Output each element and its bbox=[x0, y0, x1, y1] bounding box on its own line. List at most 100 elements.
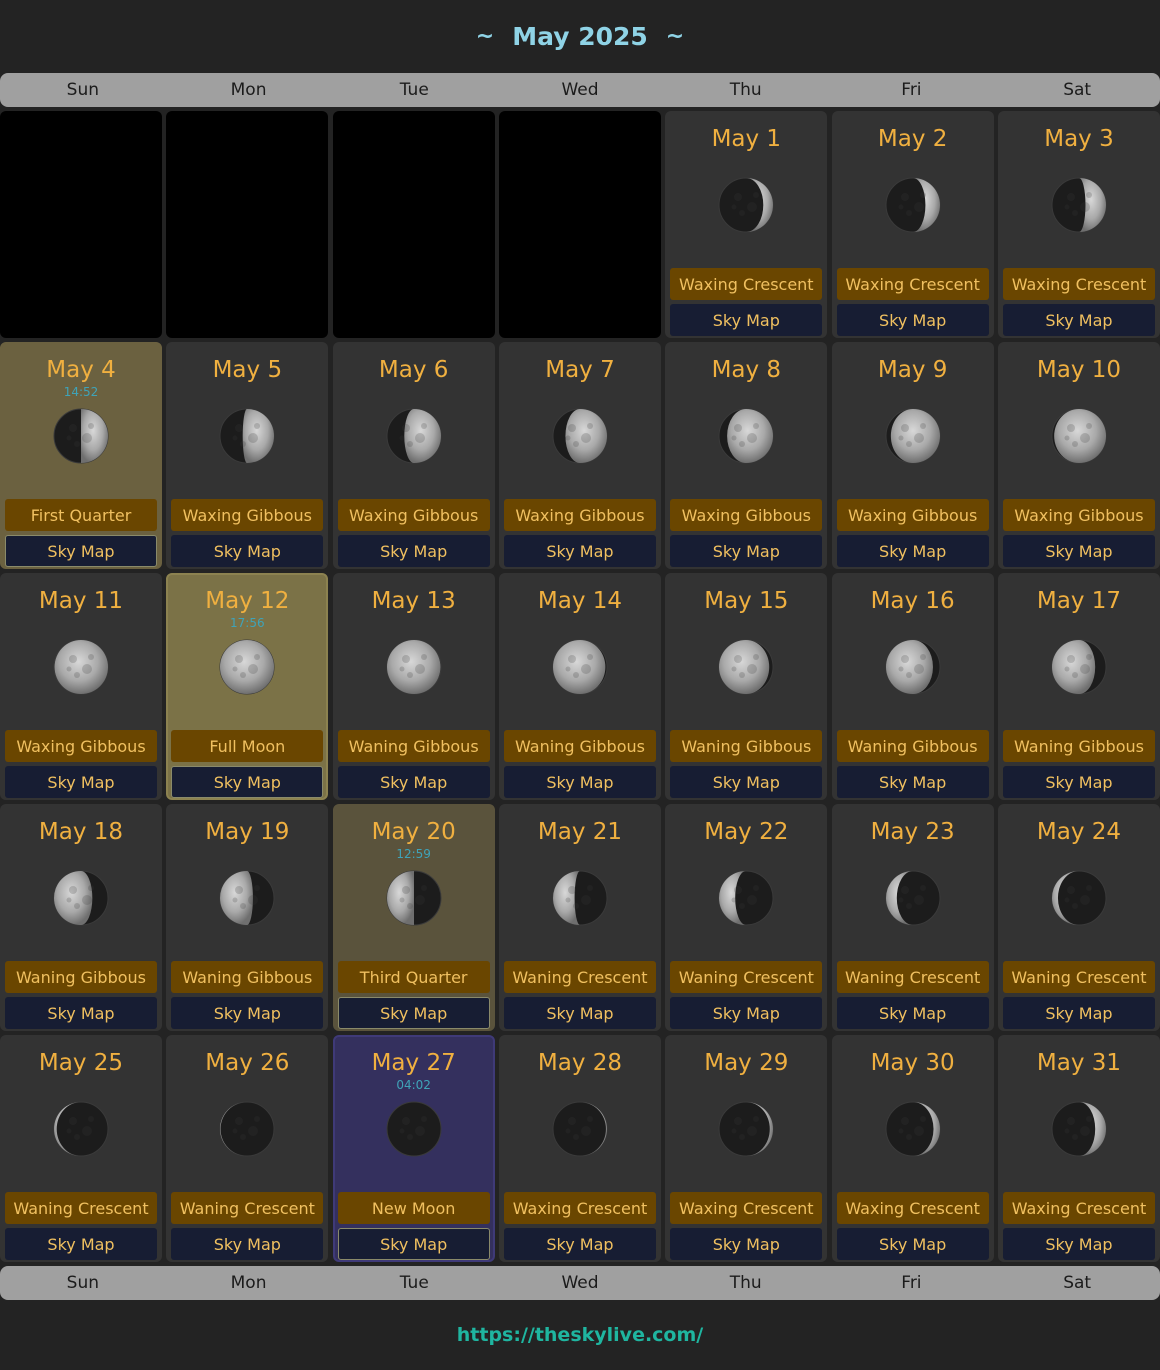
weekday-label: Mon bbox=[230, 80, 267, 100]
sky-map-button[interactable]: Sky Map bbox=[670, 997, 823, 1029]
weekday-label: Sun bbox=[66, 1273, 100, 1293]
weekday-label: Fri bbox=[901, 1273, 922, 1293]
moon-phase-icon bbox=[718, 177, 774, 233]
sky-map-button[interactable]: Sky Map bbox=[836, 535, 989, 567]
empty-day-cell bbox=[166, 111, 329, 338]
moon-phase-icon bbox=[885, 870, 941, 926]
next-month-link[interactable]: ~ bbox=[666, 24, 684, 49]
sky-map-button[interactable]: Sky Map bbox=[836, 766, 989, 798]
day-date: May 23 bbox=[870, 819, 955, 845]
day-cell: May 1 Waxing Crescent Sky Map bbox=[665, 111, 828, 338]
calendar-header: ~ May 2025 ~ bbox=[0, 0, 1160, 73]
day-date: May 22 bbox=[704, 819, 789, 845]
day-date: May 30 bbox=[870, 1050, 955, 1076]
sky-map-button[interactable]: Sky Map bbox=[503, 997, 656, 1029]
moon-phase-icon bbox=[1051, 408, 1107, 464]
phase-label: Waning Gibbous bbox=[670, 730, 823, 762]
sky-map-button[interactable]: Sky Map bbox=[670, 766, 823, 798]
sky-map-button[interactable]: Sky Map bbox=[1002, 1228, 1155, 1260]
sky-map-button[interactable]: Sky Map bbox=[1002, 766, 1155, 798]
moon-phase-icon bbox=[53, 870, 109, 926]
day-date: May 6 bbox=[378, 357, 449, 383]
sky-map-button[interactable]: Sky Map bbox=[503, 766, 656, 798]
moon-phase-icon bbox=[219, 408, 275, 464]
phase-label: Waning Crescent bbox=[5, 1192, 157, 1224]
phase-label: Waning Gibbous bbox=[171, 961, 324, 993]
sky-map-button[interactable]: Sky Map bbox=[503, 535, 656, 567]
sky-map-button[interactable]: Sky Map bbox=[1002, 304, 1155, 336]
day-date: May 20 bbox=[371, 819, 456, 845]
weekday-label: Thu bbox=[729, 80, 762, 100]
sky-map-button[interactable]: Sky Map bbox=[670, 1228, 823, 1260]
day-date: May 17 bbox=[1036, 588, 1122, 614]
day-date: May 18 bbox=[38, 819, 124, 845]
moon-phase-icon bbox=[552, 639, 608, 695]
sky-map-button[interactable]: Sky Map bbox=[5, 1228, 157, 1260]
day-cell: May 17 Waning Gibbous Sky Map bbox=[997, 573, 1160, 800]
phase-label: Waxing Gibbous bbox=[337, 499, 490, 531]
phase-label: Waxing Crescent bbox=[836, 1192, 989, 1224]
sky-map-button[interactable]: Sky Map bbox=[5, 997, 157, 1029]
day-cell: May 30 Waxing Crescent Sky Map bbox=[831, 1035, 994, 1262]
phase-label: Waxing Crescent bbox=[670, 268, 823, 300]
moon-phase-icon bbox=[53, 639, 109, 695]
moon-phase-icon bbox=[219, 1101, 275, 1157]
day-cell: May 14 Waning Gibbous Sky Map bbox=[498, 573, 661, 800]
day-date: May 9 bbox=[877, 357, 948, 383]
sky-map-button[interactable]: Sky Map bbox=[337, 766, 490, 798]
phase-time: 14:52 bbox=[63, 385, 99, 399]
empty-day-cell bbox=[0, 111, 162, 338]
day-date: May 11 bbox=[38, 588, 124, 614]
day-cell: May 18 Waning Gibbous Sky Map bbox=[0, 804, 162, 1031]
moon-phase-icon bbox=[552, 870, 608, 926]
prev-month-link[interactable]: ~ bbox=[476, 24, 494, 49]
phase-label: Waxing Gibbous bbox=[670, 499, 823, 531]
sky-map-button[interactable]: Sky Map bbox=[5, 766, 157, 798]
day-cell: May 19 Waning Gibbous Sky Map bbox=[166, 804, 329, 1031]
day-cell: May 13 Waning Gibbous Sky Map bbox=[332, 573, 495, 800]
sky-map-button[interactable]: Sky Map bbox=[5, 535, 157, 567]
phase-label: Waxing Gibbous bbox=[171, 499, 324, 531]
sky-map-button[interactable]: Sky Map bbox=[337, 1228, 490, 1260]
day-date: May 8 bbox=[711, 357, 782, 383]
site-link[interactable]: https://theskylive.com/ bbox=[457, 1324, 703, 1346]
moon-phase-icon bbox=[552, 1101, 608, 1157]
sky-map-button[interactable]: Sky Map bbox=[337, 997, 490, 1029]
sky-map-button[interactable]: Sky Map bbox=[171, 997, 324, 1029]
phase-label: Waxing Crescent bbox=[1002, 268, 1155, 300]
phase-label: Full Moon bbox=[171, 730, 324, 762]
moon-phase-icon bbox=[1051, 870, 1107, 926]
sky-map-button[interactable]: Sky Map bbox=[836, 1228, 989, 1260]
month-title: May 2025 bbox=[512, 22, 648, 51]
sky-map-button[interactable]: Sky Map bbox=[836, 304, 989, 336]
sky-map-button[interactable]: Sky Map bbox=[337, 535, 490, 567]
sky-map-button[interactable]: Sky Map bbox=[171, 535, 324, 567]
phase-label: Waning Crescent bbox=[1002, 961, 1155, 993]
sky-map-button[interactable]: Sky Map bbox=[503, 1228, 656, 1260]
weekday-label: Wed bbox=[561, 1273, 599, 1293]
day-cell: May 27 04:02 New Moon Sky Map bbox=[332, 1035, 495, 1262]
phase-label: Waning Crescent bbox=[171, 1192, 324, 1224]
footer: https://theskylive.com/ bbox=[0, 1300, 1160, 1370]
sky-map-button[interactable]: Sky Map bbox=[171, 1228, 324, 1260]
day-cell: May 20 12:59 Third Quarter Sky Map bbox=[332, 804, 495, 1031]
sky-map-button[interactable]: Sky Map bbox=[670, 304, 823, 336]
phase-label: Waxing Crescent bbox=[503, 1192, 656, 1224]
sky-map-button[interactable]: Sky Map bbox=[836, 997, 989, 1029]
day-cell: May 8 Waxing Gibbous Sky Map bbox=[665, 342, 828, 569]
day-date: May 2 bbox=[877, 126, 948, 152]
phase-label: First Quarter bbox=[5, 499, 157, 531]
weekday-label: Thu bbox=[729, 1273, 762, 1293]
sky-map-button[interactable]: Sky Map bbox=[670, 535, 823, 567]
weekday-header-bottom: Sun Mon Tue Wed Thu Fri Sat bbox=[0, 1266, 1160, 1300]
phase-label: Waning Gibbous bbox=[5, 961, 157, 993]
weekday-header-top: Sun Mon Tue Wed Thu Fri Sat bbox=[0, 73, 1160, 107]
day-cell: May 24 Waning Crescent Sky Map bbox=[997, 804, 1160, 1031]
sky-map-button[interactable]: Sky Map bbox=[1002, 997, 1155, 1029]
day-date: May 16 bbox=[870, 588, 955, 614]
sky-map-button[interactable]: Sky Map bbox=[171, 766, 324, 798]
phase-label: Third Quarter bbox=[337, 961, 490, 993]
day-date: May 10 bbox=[1036, 357, 1122, 383]
empty-day-cell bbox=[332, 111, 495, 338]
sky-map-button[interactable]: Sky Map bbox=[1002, 535, 1155, 567]
